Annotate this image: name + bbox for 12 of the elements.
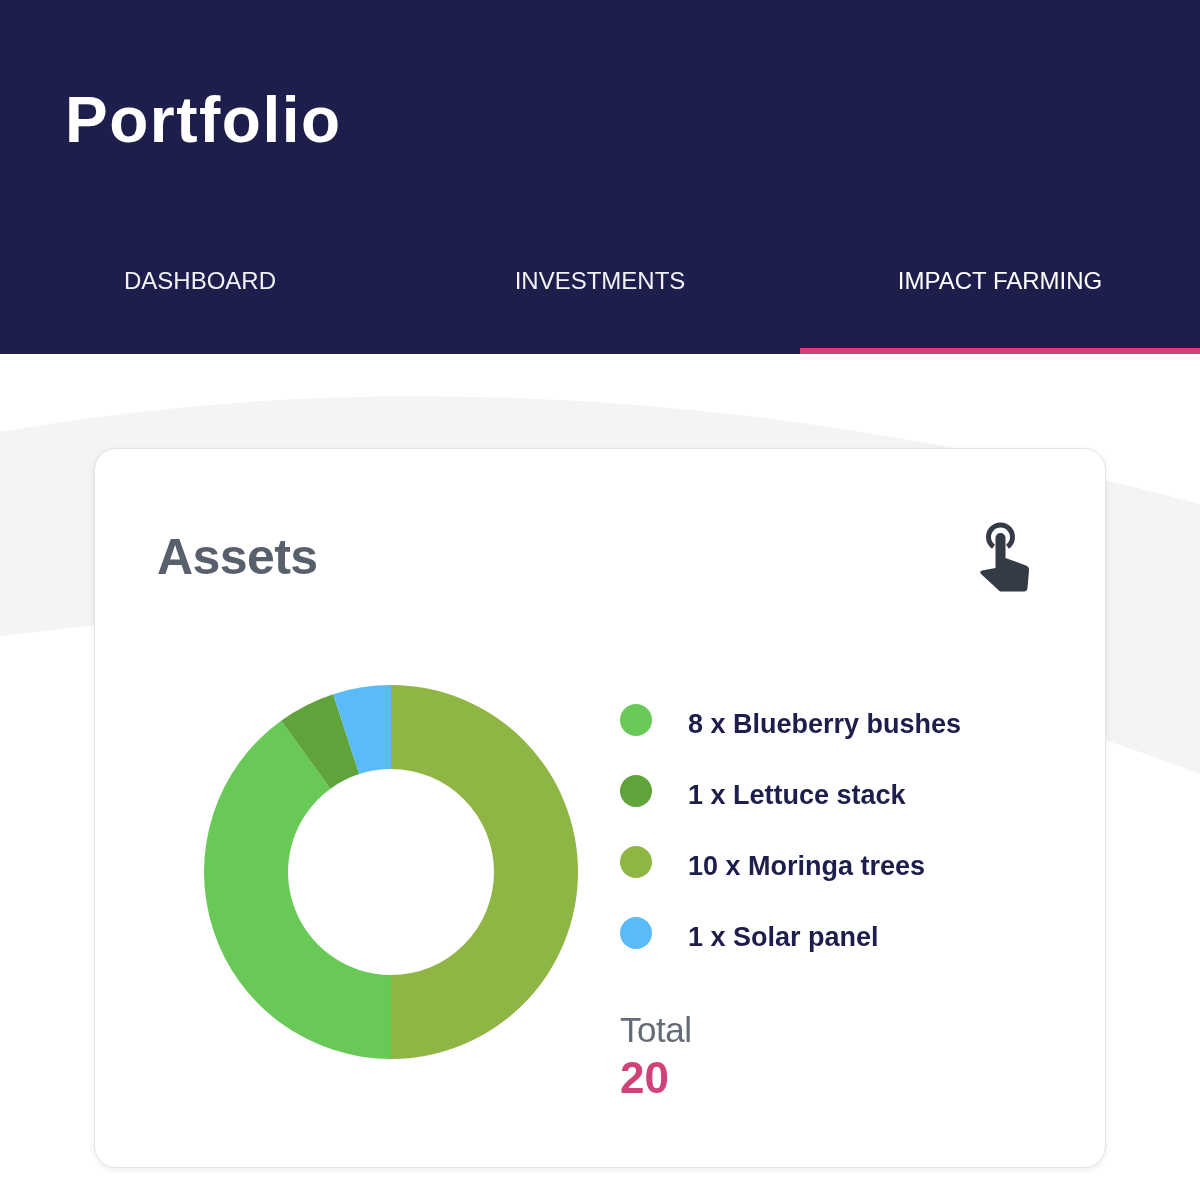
legend-label: 10 x Moringa trees: [688, 849, 926, 883]
total-value: 20: [620, 1052, 669, 1104]
total-label: Total: [620, 1009, 692, 1051]
legend-label: 1 x Lettuce stack: [688, 778, 906, 812]
page-title: Portfolio: [65, 83, 342, 157]
nav-tab[interactable]: IMPACT FARMING: [800, 244, 1200, 354]
legend-label: 8 x Blueberry bushes: [688, 707, 962, 741]
nav-tab[interactable]: DASHBOARD: [0, 244, 400, 354]
tap-hand-icon: [978, 521, 1030, 592]
card-title: Assets: [157, 527, 318, 586]
legend-label: 1 x Solar panel: [688, 920, 879, 954]
nav-tab[interactable]: INVESTMENTS: [400, 244, 800, 354]
